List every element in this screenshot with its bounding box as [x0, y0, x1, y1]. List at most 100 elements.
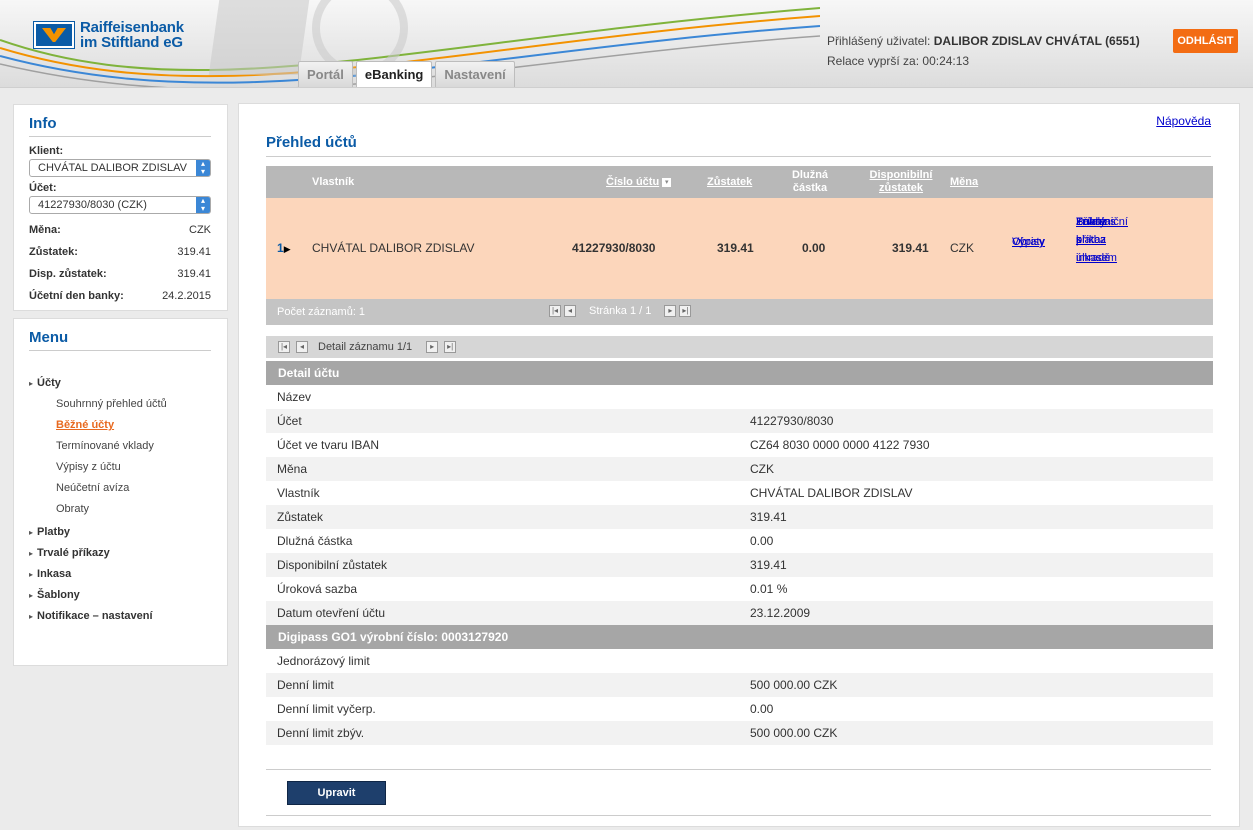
detail-section-title: Detail účtu	[266, 361, 1213, 385]
detail-row: Dlužná částka 0.00	[266, 529, 1213, 553]
detail-label: Vlastník	[277, 486, 320, 500]
tab-settings[interactable]: Nastavení	[435, 61, 515, 87]
last-page-icon[interactable]: ▸|	[679, 305, 692, 317]
prev-page-icon[interactable]: ◂	[564, 305, 576, 317]
logo-line-1: Raiffeisenbank	[80, 19, 184, 36]
select-arrows-icon: ▴ ▾	[196, 197, 210, 213]
detail-value: CHVÁTAL DALIBOR ZDISLAV	[750, 486, 913, 500]
row-debt: 0.00	[802, 241, 826, 255]
detail-row: Disponibilní zůstatek 319.41	[266, 553, 1213, 577]
accounts-table-footer: Počet záznamů: 1 |◂ ◂ Stránka 1 / 1 ▸ ▸|	[266, 299, 1213, 325]
digipass-section-title: Digipass GO1 výrobní číslo: 0003127920	[266, 625, 1213, 649]
row-expand[interactable]: 1▶	[277, 241, 291, 255]
detail-row	[266, 745, 1213, 769]
link-direct-debit-consent[interactable]: Souhlas s inkasem	[1076, 213, 1117, 267]
detail-label: Denní limit zbýv.	[277, 726, 365, 740]
menu-item-current-accounts[interactable]: Běžné účty	[29, 415, 211, 436]
detail-label: Měna	[277, 462, 308, 476]
detail-pager: |◂ ◂ Detail záznamu 1/1 ▸ ▸|	[266, 336, 1213, 358]
row-available: 319.41	[892, 241, 929, 255]
first-record-icon[interactable]: |◂	[278, 341, 290, 353]
info-balance: Zůstatek: 319.41	[29, 246, 211, 258]
menu-item-notifications[interactable]: Notifikace – nastavení	[29, 606, 211, 627]
tab-ebanking[interactable]: eBanking	[355, 61, 433, 87]
accounts-table: Vlastník Číslo účtu ▾ Zůstatek Dlužná čás…	[266, 166, 1213, 325]
detail-row: Měna CZK	[266, 457, 1213, 481]
next-page-icon[interactable]: ▸	[664, 305, 677, 317]
menu-item-notices[interactable]: Neúčetní avíza	[29, 478, 211, 499]
last-record-icon[interactable]: ▸|	[444, 341, 457, 353]
client-label: Klient:	[29, 145, 64, 157]
detail-label: Úroková sazba	[277, 582, 358, 596]
sort-desc-icon: ▾	[662, 177, 672, 187]
menu-item-accounts-overview[interactable]: Souhrnný přehled účtů	[29, 394, 211, 415]
page-title: Přehled účtů	[266, 134, 357, 151]
info-available-balance: Disp. zůstatek: 319.41	[29, 268, 211, 280]
col-balance[interactable]: Zůstatek	[707, 166, 752, 198]
detail-value: 319.41	[750, 510, 787, 524]
help-link[interactable]: Nápověda	[1156, 114, 1211, 128]
detail-value: 500 000.00 CZK	[750, 726, 838, 740]
account-detail: Detail účtu Název Účet 41227930/8030 Účet v…	[266, 361, 1213, 769]
detail-value: 41227930/8030	[750, 414, 834, 428]
detail-label: Zůstatek	[277, 510, 324, 524]
digipass-rows: Jednorázový limit Denní limit 500 000.00 C…	[266, 649, 1213, 769]
account-select[interactable]: 41227930/8030 (CZK) ▴ ▾	[29, 196, 211, 214]
main-content: Nápověda Přehled účtů Vlastník Číslo účt…	[238, 103, 1240, 827]
table-pager: |◂ ◂ Stránka 1 / 1 ▸ ▸|	[549, 305, 692, 317]
arrow-right-icon: ▶	[283, 244, 291, 254]
col-account-number[interactable]: Číslo účtu ▾	[606, 166, 672, 198]
detail-value: 0.00	[750, 702, 774, 716]
detail-row: Denní limit vyčerp. 0.00	[266, 697, 1213, 721]
menu-title: Menu	[29, 329, 211, 351]
row-balance: 319.41	[717, 241, 754, 255]
detail-label: Dlužná částka	[277, 534, 353, 548]
logout-button[interactable]: ODHLÁSIT	[1173, 29, 1238, 53]
info-currency: Měna: CZK	[29, 224, 211, 236]
record-indicator: Detail záznamu 1/1	[318, 341, 413, 353]
row-currency: CZK	[950, 241, 974, 255]
account-label: Účet:	[29, 182, 57, 194]
detail-rows: Název Účet 41227930/8030 Účet ve tvaru IBAN…	[266, 385, 1213, 625]
next-record-icon[interactable]: ▸	[426, 341, 439, 353]
detail-row: Název	[266, 385, 1213, 409]
menu-nav: Účty Souhrnný přehled účtů Běžné účty Te…	[29, 373, 211, 627]
client-select[interactable]: CHVÁTAL DALIBOR ZDISLAV ▴ ▾	[29, 159, 211, 177]
menu-item-statements[interactable]: Výpisy z účtu	[29, 457, 211, 478]
logo-watermark	[208, 0, 310, 75]
select-arrows-icon: ▴ ▾	[196, 160, 210, 176]
menu-item-term-deposits[interactable]: Termínované vklady	[29, 436, 211, 457]
detail-label: Denní limit vyčerp.	[277, 702, 376, 716]
col-currency[interactable]: Měna	[950, 166, 978, 198]
detail-value: 0.00	[750, 534, 774, 548]
client-select-value: CHVÁTAL DALIBOR ZDISLAV	[38, 162, 187, 174]
divider	[266, 769, 1211, 770]
menu-item-direct-debits[interactable]: Inkasa	[29, 564, 211, 585]
menu-item-payments[interactable]: Platby	[29, 522, 211, 543]
edit-button[interactable]: Upravit	[287, 781, 386, 805]
first-page-icon[interactable]: |◂	[549, 305, 561, 317]
detail-label: Denní limit	[277, 678, 334, 692]
tab-portal[interactable]: Portál	[298, 61, 353, 87]
menu-item-accounts[interactable]: Účty	[29, 373, 211, 394]
session-label: Relace vyprší za:	[827, 54, 920, 68]
accounts-table-header: Vlastník Číslo účtu ▾ Zůstatek Dlužná čás…	[266, 166, 1213, 198]
divider	[266, 815, 1211, 816]
menu-item-standing-orders[interactable]: Trvalé příkazy	[29, 543, 211, 564]
link-statements[interactable]: Výpisy	[1012, 233, 1044, 251]
menu-item-transactions[interactable]: Obraty	[29, 499, 211, 520]
user-info: Přihlášený uživatel: DALIBOR ZDISLAV CHV…	[827, 31, 1140, 71]
detail-row: Úroková sazba 0.01 %	[266, 577, 1213, 601]
main-tabs: Portál eBanking Nastavení	[298, 61, 515, 87]
detail-row: Vlastník CHVÁTAL DALIBOR ZDISLAV	[266, 481, 1213, 505]
record-count: Počet záznamů: 1	[277, 306, 366, 318]
detail-row: Datum otevření účtu 23.12.2009	[266, 601, 1213, 625]
session-timer: 00:24:13	[922, 54, 970, 68]
col-available[interactable]: Disponibilní zůstatek	[864, 166, 938, 198]
table-row: 1▶ CHVÁTAL DALIBOR ZDISLAV 41227930/8030…	[266, 198, 1213, 299]
prev-record-icon[interactable]: ◂	[296, 341, 308, 353]
menu-panel: Menu Účty Souhrnný přehled účtů Běžné úč…	[13, 318, 228, 666]
menu-item-templates[interactable]: Šablony	[29, 585, 211, 606]
detail-row: Jednorázový limit	[266, 649, 1213, 673]
bank-logo[interactable]: Raiffeisenbank im Stiftland eG	[33, 19, 184, 50]
